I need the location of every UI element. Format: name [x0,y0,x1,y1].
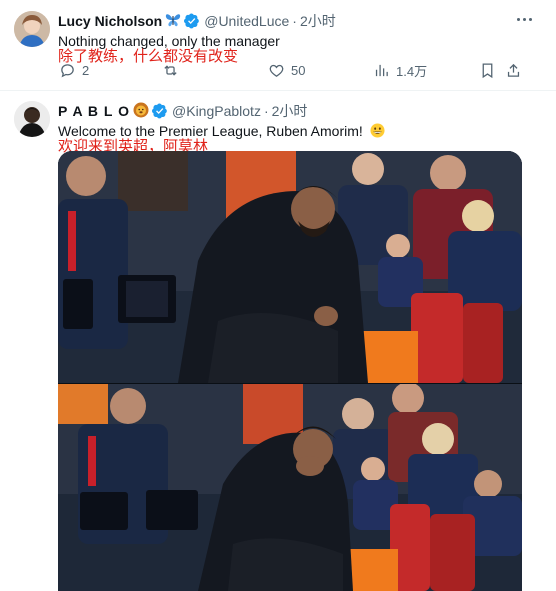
display-name[interactable]: P A B L O [58,103,130,119]
tweet-header: Lucy Nicholson @UnitedLuce · 2小时 [58,12,336,30]
avatar[interactable] [14,11,50,47]
retweet-icon [164,64,177,76]
tweet-lucy[interactable]: Lucy Nicholson @UnitedLuce · 2小时 Nothing… [0,0,556,91]
separator-dot: · [263,103,269,119]
tweet-header: P A B L O @KingPablotz · 2小时 [58,102,307,120]
timestamp[interactable]: 2小时 [272,101,308,121]
tweet-photo[interactable] [58,382,522,591]
separator-dot: · [292,13,297,29]
media-grid [58,151,522,591]
share-button[interactable] [505,60,522,80]
timestamp[interactable]: 2小时 [300,11,336,31]
lion-icon [133,102,149,121]
display-name[interactable]: Lucy Nicholson [58,13,162,29]
grinning-face-icon [370,123,385,141]
action-bar: 2 50 1.4万 [56,60,526,80]
avatar[interactable] [14,101,50,137]
verified-badge-icon [152,103,167,119]
bookmark-button[interactable] [479,60,496,80]
handle[interactable]: @UnitedLuce [204,13,289,29]
verified-badge-icon [184,13,200,29]
like-count: 50 [291,62,306,78]
tweet-photo[interactable] [58,151,522,383]
views-button[interactable]: 1.4万 [373,60,427,80]
handle[interactable]: @KingPablotz [172,103,261,119]
views-icon [375,64,388,76]
retweet-button[interactable] [162,60,179,80]
view-count: 1.4万 [396,63,428,79]
tweet-pablo[interactable]: P A B L O @KingPablotz · 2小时 Welcome to … [0,92,556,591]
reply-button[interactable]: 2 [59,60,89,80]
reply-count: 2 [82,62,90,78]
reply-icon [61,63,74,77]
heart-icon [269,64,284,77]
share-icon [507,63,520,77]
butterfly-icon [165,13,181,30]
bookmark-icon [482,62,493,78]
like-button[interactable]: 50 [268,60,305,80]
more-options-icon[interactable] [516,13,534,27]
